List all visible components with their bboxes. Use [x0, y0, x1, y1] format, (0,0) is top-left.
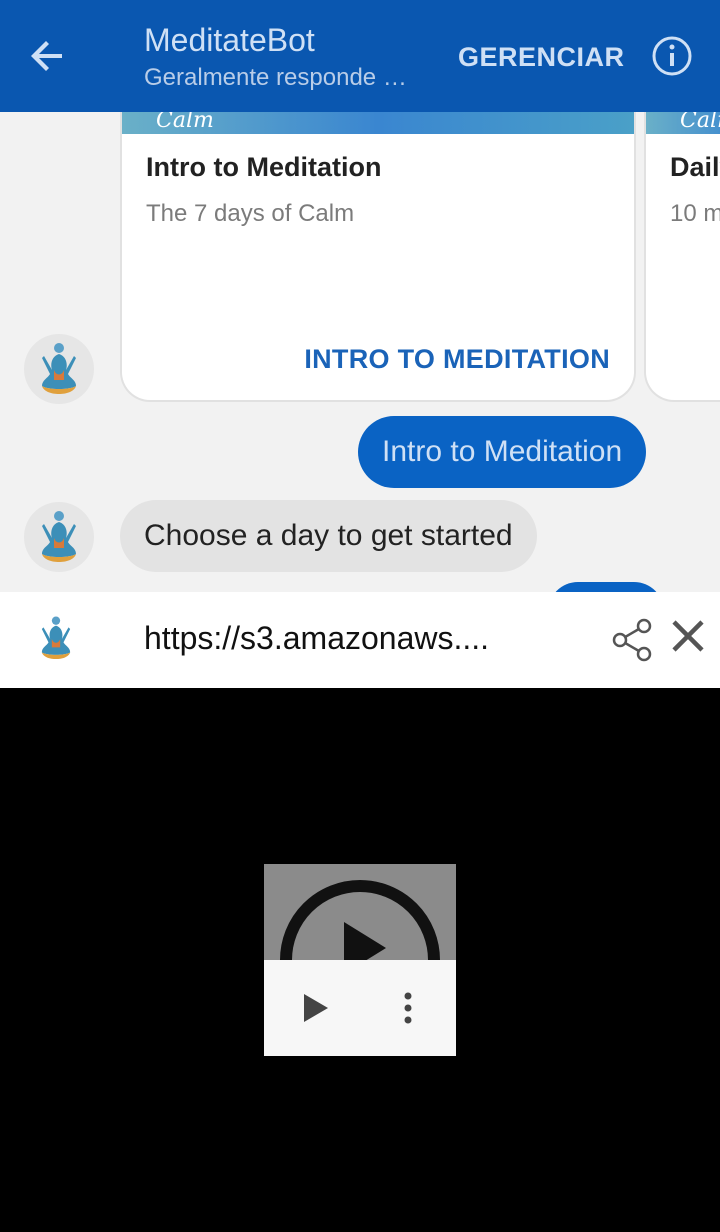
bot-avatar[interactable]	[24, 334, 94, 404]
carousel-card[interactable]: Calm Daily 10 m	[644, 112, 720, 402]
card-subtitle: 10 m	[670, 200, 720, 227]
outgoing-message-partial[interactable]	[548, 582, 664, 592]
manage-button[interactable]: GERENCIAR	[458, 42, 625, 73]
info-icon[interactable]	[650, 34, 694, 78]
in-app-browser-header: https://s3.amazonaws....	[0, 592, 720, 688]
close-icon[interactable]	[668, 616, 708, 656]
outgoing-message[interactable]: Intro to Meditation	[358, 416, 647, 488]
chat-title[interactable]: MeditateBot	[144, 22, 315, 59]
chat-subtitle: Geralmente responde n...	[144, 64, 414, 91]
video-controls	[264, 960, 456, 1056]
bot-avatar[interactable]	[24, 502, 94, 572]
calm-logo: Calm	[156, 112, 214, 133]
card-cta-button[interactable]: INTRO TO MEDITATION	[304, 344, 610, 375]
card-subtitle: The 7 days of Calm	[146, 200, 355, 227]
more-vert-icon[interactable]	[396, 992, 420, 1024]
carousel-card[interactable]: Calm Intro to Meditation The 7 days of C…	[120, 112, 636, 402]
calm-logo: Calm	[680, 112, 720, 133]
video-viewport	[0, 688, 720, 1232]
chat-area: Calm Intro to Meditation The 7 days of C…	[0, 112, 720, 592]
incoming-message[interactable]: Choose a day to get started	[120, 500, 537, 572]
share-icon[interactable]	[608, 616, 656, 664]
card-image: Calm	[122, 112, 634, 134]
card-title: Daily	[670, 152, 720, 182]
meditation-favicon-icon	[41, 616, 71, 659]
meditation-avatar-icon	[42, 511, 76, 562]
play-icon[interactable]	[300, 992, 332, 1024]
card-title: Intro to Meditation	[146, 152, 382, 182]
meditation-avatar-icon	[42, 343, 76, 394]
url-text[interactable]: https://s3.amazonaws....	[144, 620, 544, 657]
play-circle-icon	[264, 864, 456, 960]
app-bar: MeditateBot Geralmente responde n... GER…	[0, 0, 720, 112]
video-player[interactable]	[264, 864, 456, 1056]
back-arrow-icon[interactable]	[26, 34, 70, 78]
card-image: Calm	[646, 112, 720, 134]
